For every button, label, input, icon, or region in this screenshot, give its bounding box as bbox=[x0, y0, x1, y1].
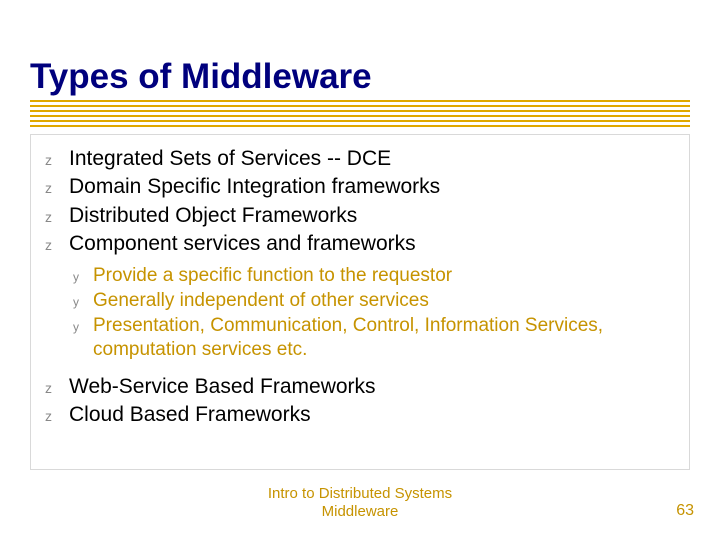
list-item: zIntegrated Sets of Services -- DCE bbox=[45, 145, 679, 173]
bullet-icon: y bbox=[73, 270, 93, 286]
list-item: zDistributed Object Frameworks bbox=[45, 202, 679, 230]
bullet-icon: z bbox=[45, 179, 69, 198]
slide-title: Types of Middleware bbox=[30, 58, 372, 97]
footer: Intro to Distributed Systems Middleware bbox=[0, 485, 720, 523]
bullet-icon: z bbox=[45, 208, 69, 227]
list-item: zCloud Based Frameworks bbox=[45, 401, 679, 429]
list-item-label: Domain Specific Integration frameworks bbox=[69, 175, 440, 198]
page-number: 63 bbox=[676, 502, 694, 520]
sub-list-item: yGenerally independent of other services bbox=[73, 289, 679, 314]
content-box: zIntegrated Sets of Services -- DCE zDom… bbox=[30, 134, 690, 470]
list-item-label: Integrated Sets of Services -- DCE bbox=[69, 147, 391, 170]
list-item-label: Cloud Based Frameworks bbox=[69, 403, 311, 426]
list-item: zComponent services and frameworks bbox=[45, 230, 679, 258]
sub-bullet-list: yProvide a specific function to the requ… bbox=[45, 264, 679, 363]
sub-list-item: yProvide a specific function to the requ… bbox=[73, 264, 679, 289]
sub-list-item: yPresentation, Communication, Control, I… bbox=[73, 314, 679, 363]
bullet-list: zWeb-Service Based Frameworks zCloud Bas… bbox=[45, 373, 679, 430]
list-item-label: Distributed Object Frameworks bbox=[69, 204, 357, 227]
list-item: zDomain Specific Integration frameworks bbox=[45, 173, 679, 201]
sub-list-item-label: Provide a specific function to the reque… bbox=[93, 265, 452, 286]
bullet-icon: z bbox=[45, 151, 69, 170]
sub-list-item-label: Presentation, Communication, Control, In… bbox=[93, 315, 603, 361]
bullet-icon: z bbox=[45, 379, 69, 398]
bullet-icon: z bbox=[45, 407, 69, 426]
list-item: zWeb-Service Based Frameworks bbox=[45, 373, 679, 401]
title-underline bbox=[30, 100, 690, 134]
list-item-label: Web-Service Based Frameworks bbox=[69, 375, 376, 398]
slide: Types of Middleware zIntegrated Sets of … bbox=[0, 0, 720, 540]
footer-line2: Middleware bbox=[322, 503, 399, 520]
list-item-label: Component services and frameworks bbox=[69, 232, 416, 255]
bullet-icon: y bbox=[73, 320, 93, 336]
footer-line1: Intro to Distributed Systems bbox=[268, 485, 452, 502]
bullet-list: zIntegrated Sets of Services -- DCE zDom… bbox=[45, 145, 679, 258]
sub-list-item-label: Generally independent of other services bbox=[93, 290, 429, 311]
bullet-icon: z bbox=[45, 236, 69, 255]
bullet-icon: y bbox=[73, 295, 93, 311]
